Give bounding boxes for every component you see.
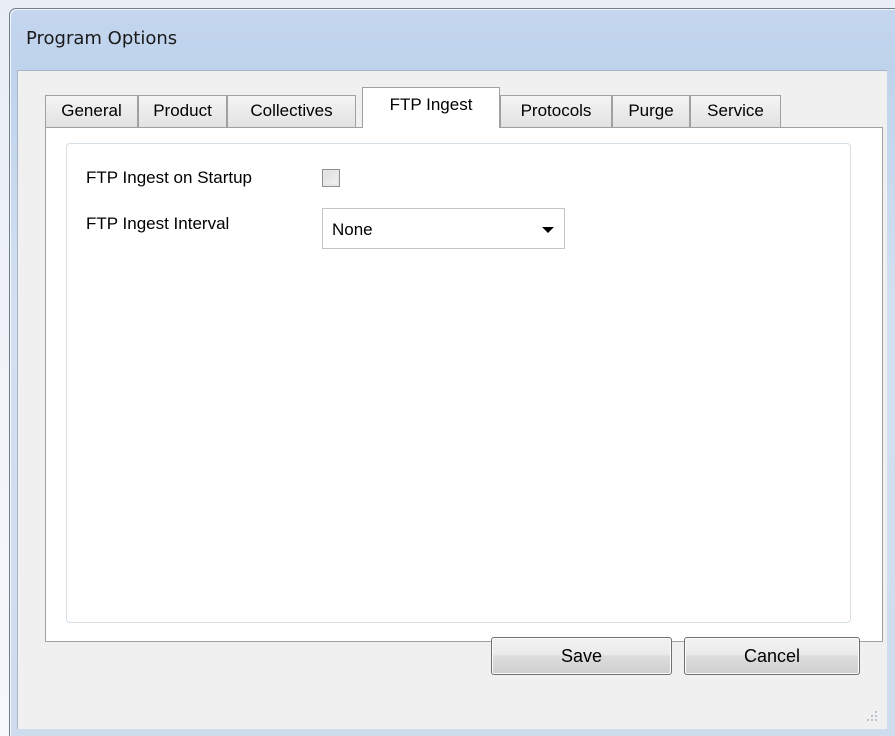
tab-purge[interactable]: Purge [612, 95, 690, 127]
tab-service[interactable]: Service [690, 95, 781, 127]
save-button[interactable]: Save [491, 637, 672, 675]
tab-protocols[interactable]: Protocols [500, 95, 612, 127]
tab-collectives[interactable]: Collectives [227, 95, 356, 127]
window-title: Program Options [26, 28, 178, 49]
tab-product[interactable]: Product [138, 95, 227, 127]
chevron-down-icon [542, 227, 554, 233]
ftp-ingest-startup-label: FTP Ingest on Startup [86, 168, 252, 187]
ftp-ingest-startup-checkbox[interactable] [322, 169, 340, 187]
tab-general[interactable]: General [45, 95, 138, 127]
cancel-button[interactable]: Cancel [684, 637, 860, 675]
ftp-ingest-interval-value: None [332, 220, 373, 239]
tab-ftp-ingest[interactable]: FTP Ingest [362, 87, 500, 128]
ftp-ingest-interval-dropdown[interactable]: None [322, 208, 565, 249]
resize-grip-icon[interactable] [864, 708, 884, 728]
ftp-ingest-interval-label: FTP Ingest Interval [86, 214, 230, 233]
